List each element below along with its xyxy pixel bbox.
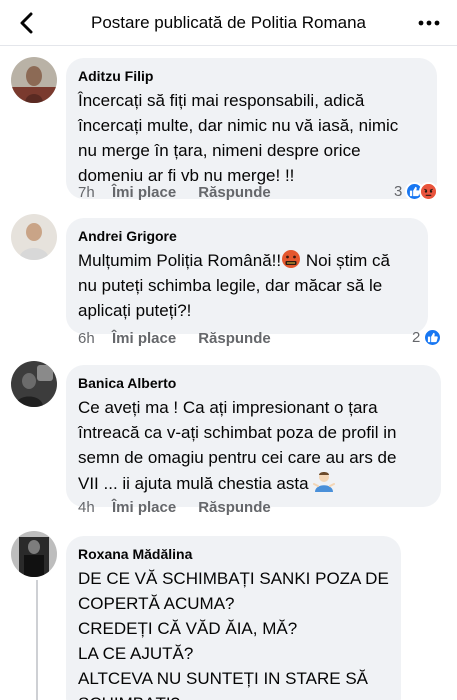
page-title: Postare publicată de Politia Romana <box>91 13 366 32</box>
like-button[interactable]: Îmi place <box>112 499 176 516</box>
like-button[interactable]: Îmi place <box>112 184 176 201</box>
comment-line: COPERTĂ ACUMA? <box>78 594 235 613</box>
comment-author[interactable]: Aditzu Filip <box>78 67 423 85</box>
comment-line: întreacă ca v-ați schimbat poza de profi… <box>78 423 397 442</box>
reply-button[interactable]: Răspunde <box>198 499 271 516</box>
reaction-summary[interactable]: 3 <box>394 182 439 201</box>
comment-fragment: VII ... ii ajuta mulă chestia asta <box>78 474 309 493</box>
cursing-face-emoji <box>282 250 301 268</box>
more-horizontal-icon <box>418 20 440 26</box>
reply-button[interactable]: Răspunde <box>198 184 271 201</box>
comment-actions: 4h Îmi place Răspunde <box>78 499 271 516</box>
comment-line: SCHIMBAȚI? <box>78 691 387 700</box>
comment-bubble: Banica Alberto Ce aveți ma ! Ca ați impr… <box>66 365 441 507</box>
comment-line: VII ... ii ajuta mulă chestia asta <box>78 470 427 496</box>
comment-author[interactable]: Banica Alberto <box>78 374 427 392</box>
comment-author[interactable]: Roxana Mădălina <box>78 545 387 563</box>
comment-text: Încercați să fiți mai responsabili, adic… <box>78 88 423 188</box>
comment-text: Mulțumim Poliția Română!! Noi știm că nu… <box>78 248 414 323</box>
comment-author[interactable]: Andrei Grigore <box>78 227 414 245</box>
top-bar: Postare publicată de Politia Romana <box>0 0 457 46</box>
comment-timestamp: 7h <box>78 184 95 201</box>
comment-line: Încercați să fiți mai responsabili, adic… <box>78 91 365 110</box>
comment-line: semn de omagiu pentru cei care au ars de <box>78 448 397 467</box>
comment-line: CREDEȚI CĂ VĂD ĂIA, MĂ? <box>78 619 298 638</box>
comment-line: DE CE VĂ SCHIMBAȚI SANKI POZA DE <box>78 569 389 588</box>
thread-line <box>36 580 38 700</box>
comment-line: Ce aveți ma ! Ca ați impresionant o țara <box>78 398 378 417</box>
reaction-count: 2 <box>412 329 421 346</box>
comment-bubble: Andrei Grigore Mulțumim Poliția Română!!… <box>66 218 428 334</box>
like-button[interactable]: Îmi place <box>112 330 176 347</box>
comment-fragment: Noi știm că <box>305 251 390 270</box>
avatar[interactable] <box>11 531 57 577</box>
comment-timestamp: 4h <box>78 499 95 516</box>
comment-bubble: Aditzu Filip Încercați să fiți mai respo… <box>66 58 437 199</box>
comment-timestamp: 6h <box>78 330 95 347</box>
reaction-summary[interactable]: 2 <box>412 328 443 347</box>
comment-line: aplicați puteți?! <box>78 301 192 320</box>
avatar[interactable] <box>11 214 57 260</box>
comment-line: încercați multe, dar nimic nu vă iasă, n… <box>78 116 399 135</box>
man-shrugging-emoji <box>313 472 336 492</box>
like-reaction-icon <box>423 328 443 347</box>
comment-line: Mulțumim Poliția Română!! Noi știm că <box>78 248 414 273</box>
comment-actions: 6h Îmi place Răspunde <box>78 330 271 347</box>
comment-text: DE CE VĂ SCHIMBAȚI SANKI POZA DE COPERTĂ… <box>78 566 389 700</box>
comment-line: ALTCEVA NU SUNTEȚI IN STARE SĂ <box>78 669 368 688</box>
avatar[interactable] <box>11 361 57 407</box>
comment-fragment: Mulțumim Poliția Română!! <box>78 251 282 270</box>
reply-button[interactable]: Răspunde <box>198 330 271 347</box>
comment-line: LA CE AJUTĂ? <box>78 644 194 663</box>
comment-bubble: Roxana Mădălina DE CE VĂ SCHIMBAȚI SANKI… <box>66 536 401 700</box>
back-button[interactable] <box>12 9 40 37</box>
comment-line: nu merge în țara, nimeni despre orice <box>78 141 361 160</box>
comment-line: nu puteți schimba legile, dar măcar să l… <box>78 276 383 295</box>
more-options-button[interactable] <box>415 9 443 37</box>
avatar[interactable] <box>11 57 57 103</box>
comment-actions: 7h Îmi place Răspunde <box>78 184 271 201</box>
comment-text: Ce aveți ma ! Ca ați impresionant o țara… <box>78 395 427 496</box>
chevron-left-icon <box>20 12 33 34</box>
angry-reaction-icon <box>419 182 439 201</box>
reaction-count: 3 <box>394 183 403 200</box>
